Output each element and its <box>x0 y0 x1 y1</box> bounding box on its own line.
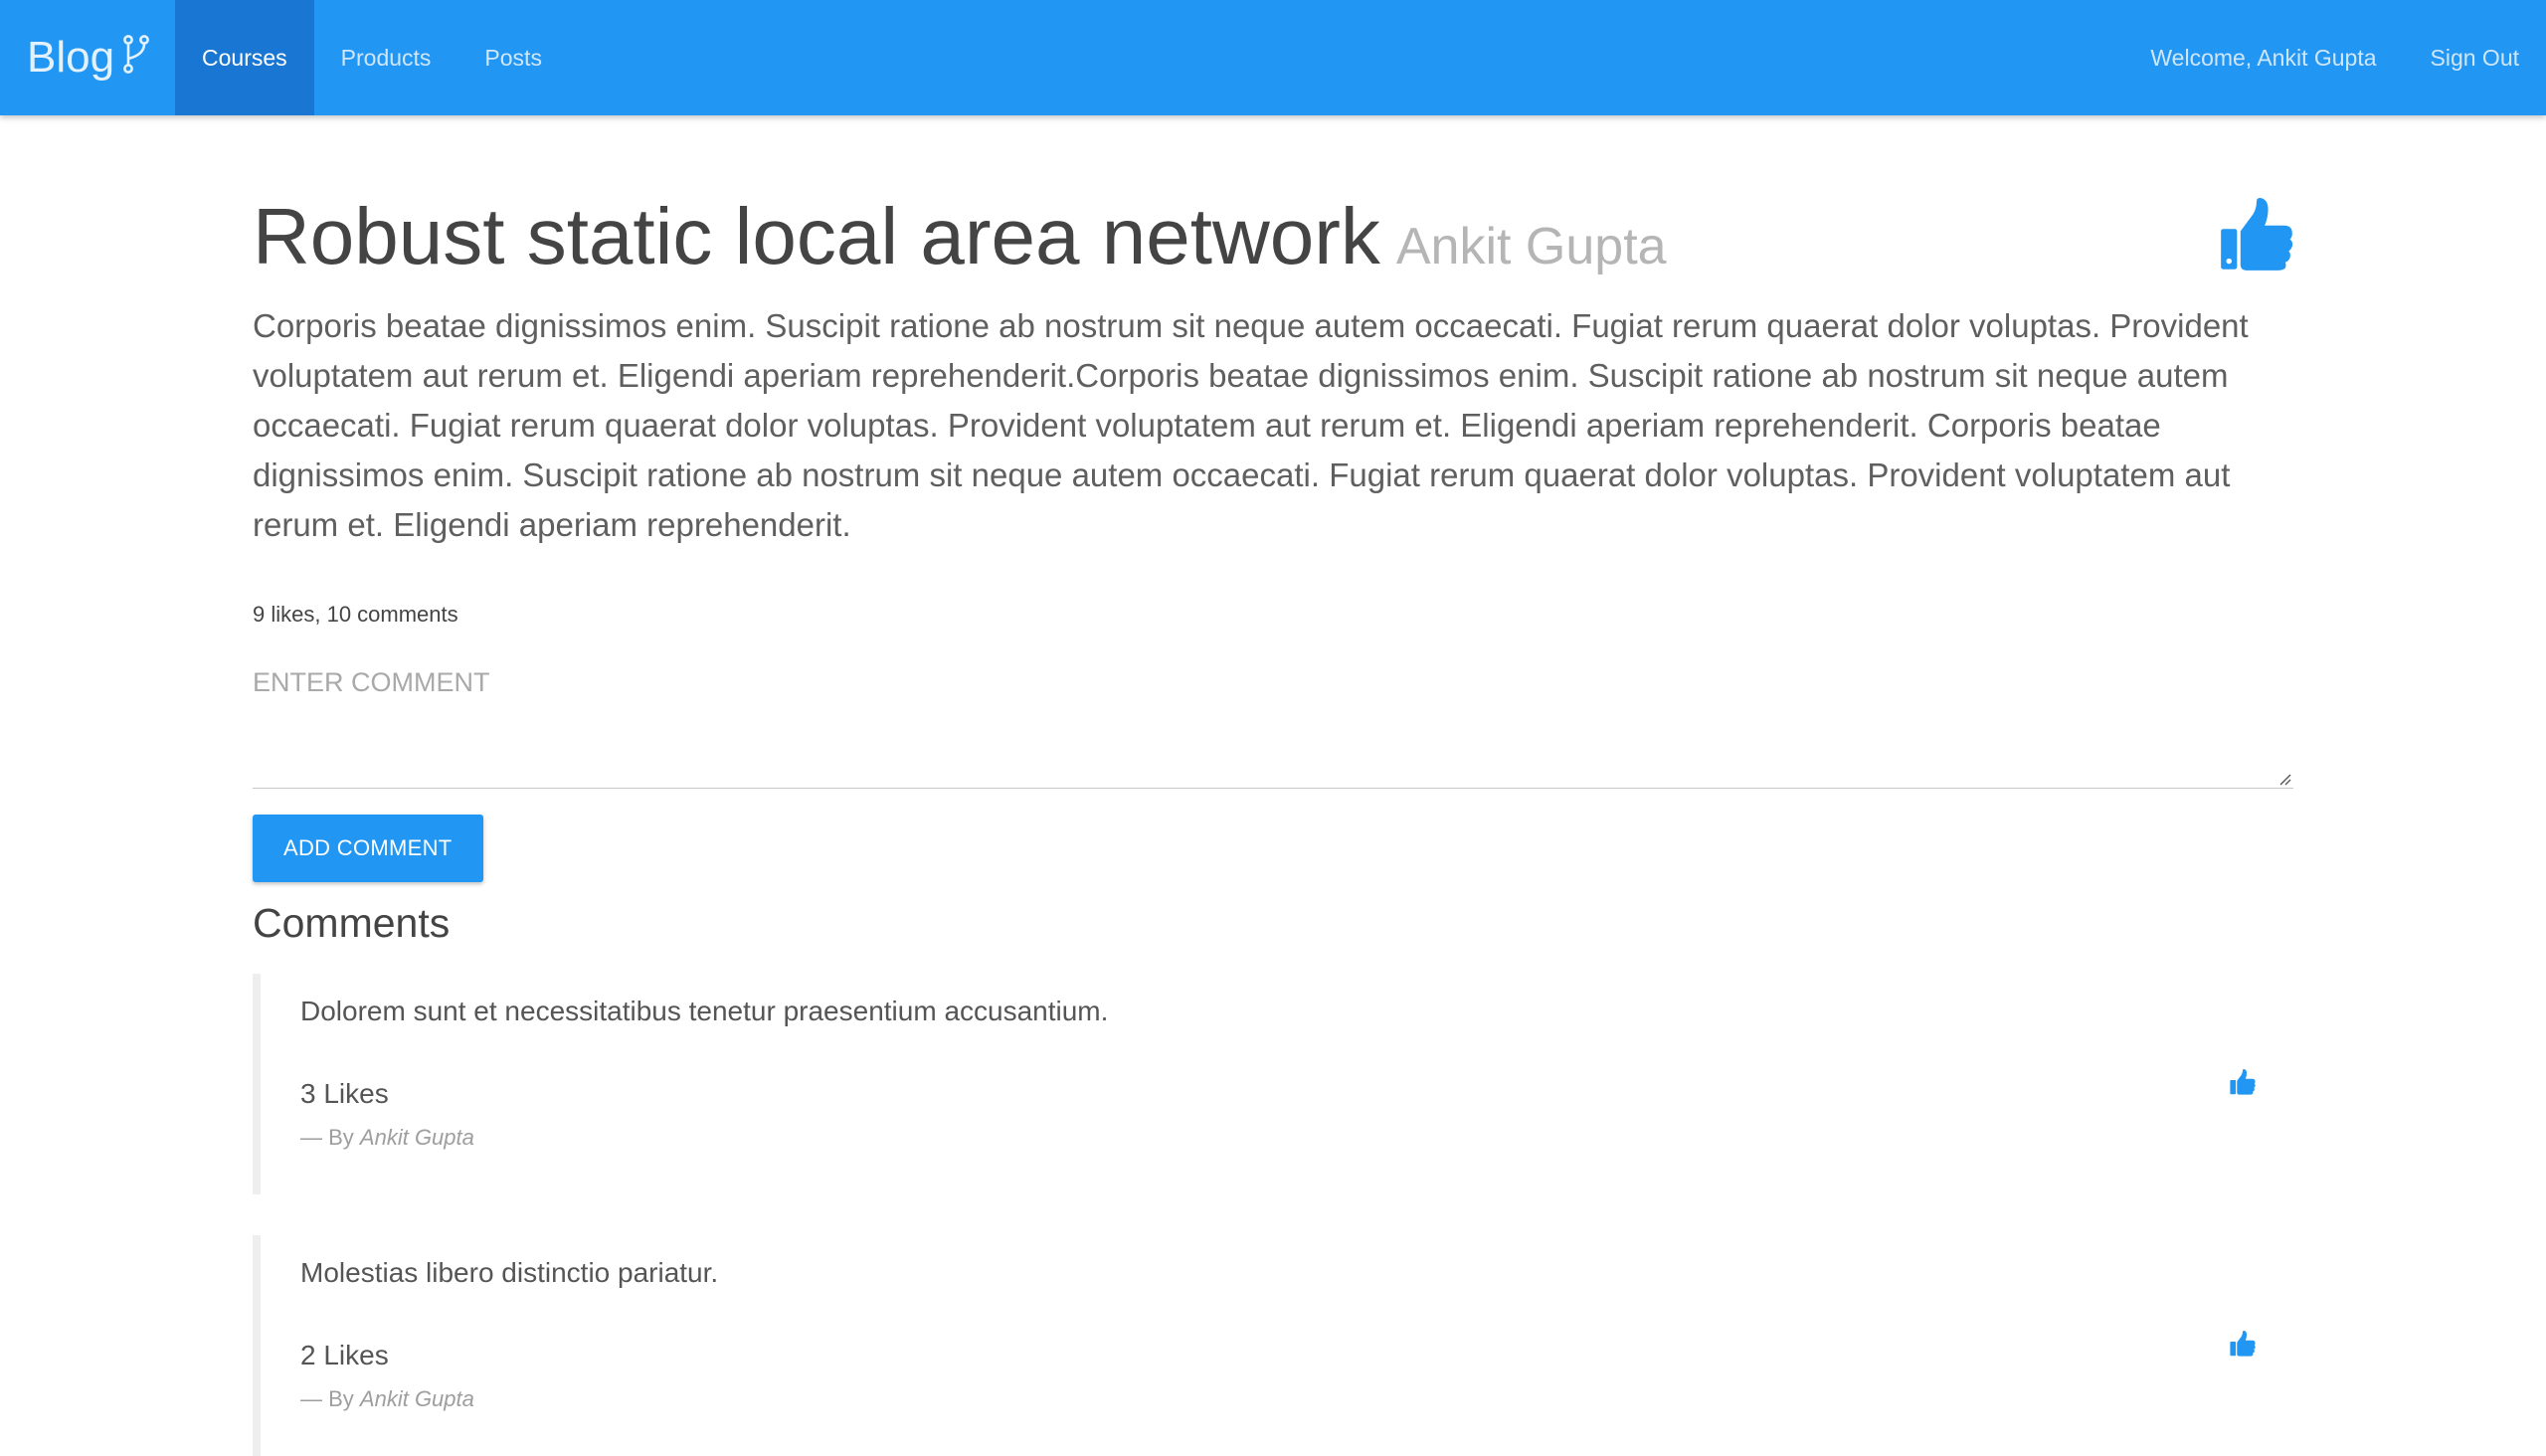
nav-links: Courses Products Posts <box>175 0 569 115</box>
code-fork-icon <box>122 35 150 75</box>
thumbs-up-icon <box>2220 198 2293 272</box>
comment-input-wrapper <box>253 667 2293 789</box>
comment-item: Molestias libero distinctio pariatur. 2 … <box>253 1235 2293 1456</box>
add-comment-button[interactable]: ADD COMMENT <box>253 815 483 882</box>
thumbs-up-icon <box>2230 1331 2256 1357</box>
add-comment-label: ADD COMMENT <box>283 835 453 860</box>
comment-likes: 3 Likes <box>300 1076 2293 1112</box>
brand-link[interactable]: Blog <box>27 0 150 115</box>
like-comment-button[interactable] <box>2230 1069 2256 1100</box>
comment-likes: 2 Likes <box>300 1338 2293 1373</box>
comment-item: Dolorem sunt et necessitatibus tenetur p… <box>253 974 2293 1194</box>
nav-item-label: Posts <box>484 45 542 72</box>
nav-item-products[interactable]: Products <box>314 0 458 115</box>
thumbs-up-icon <box>2230 1069 2256 1095</box>
top-navbar: Blog Courses Products Posts Welcome, Ank… <box>0 0 2546 115</box>
post-header: Robust static local area network Ankit Gu… <box>253 194 2293 279</box>
comments-heading: Comments <box>253 898 2293 948</box>
welcome-user-link[interactable]: Welcome, Ankit Gupta <box>2123 0 2403 115</box>
comment-by-prefix: — By <box>300 1125 354 1150</box>
comment-by-prefix: — By <box>300 1386 354 1411</box>
post-author: Ankit Gupta <box>1396 218 1667 275</box>
post-detail: Robust static local area network Ankit Gu… <box>253 115 2293 1456</box>
sign-out-link[interactable]: Sign Out <box>2404 0 2546 115</box>
comments-list: Dolorem sunt et necessitatibus tenetur p… <box>253 974 2293 1456</box>
like-post-button[interactable] <box>2220 198 2293 276</box>
nav-item-label: Products <box>341 45 432 72</box>
post-title-line: Robust static local area network Ankit Gu… <box>253 194 2293 289</box>
comment-byline: — By Ankit Gupta <box>300 1125 2293 1151</box>
welcome-text: Welcome, Ankit Gupta <box>2150 45 2376 72</box>
post-title: Robust static local area network <box>253 192 1380 280</box>
comment-text: Dolorem sunt et necessitatibus tenetur p… <box>300 974 2293 1029</box>
comment-author: Ankit Gupta <box>360 1386 474 1411</box>
comment-text: Molestias libero distinctio pariatur. <box>300 1235 2293 1291</box>
post-body: Corporis beatae dignissimos enim. Suscip… <box>253 301 2293 550</box>
nav-item-label: Courses <box>202 45 287 72</box>
comment-byline: — By Ankit Gupta <box>300 1386 2293 1412</box>
resize-grip-icon[interactable] <box>2277 772 2291 786</box>
sign-out-label: Sign Out <box>2431 45 2520 72</box>
nav-item-posts[interactable]: Posts <box>457 0 569 115</box>
comment-textarea[interactable] <box>253 667 2293 788</box>
like-comment-button[interactable] <box>2230 1331 2256 1362</box>
brand-label: Blog <box>27 33 114 83</box>
nav-user-area: Welcome, Ankit Gupta Sign Out <box>2123 0 2546 115</box>
post-stats: 9 likes, 10 comments <box>253 602 2293 628</box>
comment-author: Ankit Gupta <box>360 1125 474 1150</box>
nav-item-courses[interactable]: Courses <box>175 0 314 115</box>
